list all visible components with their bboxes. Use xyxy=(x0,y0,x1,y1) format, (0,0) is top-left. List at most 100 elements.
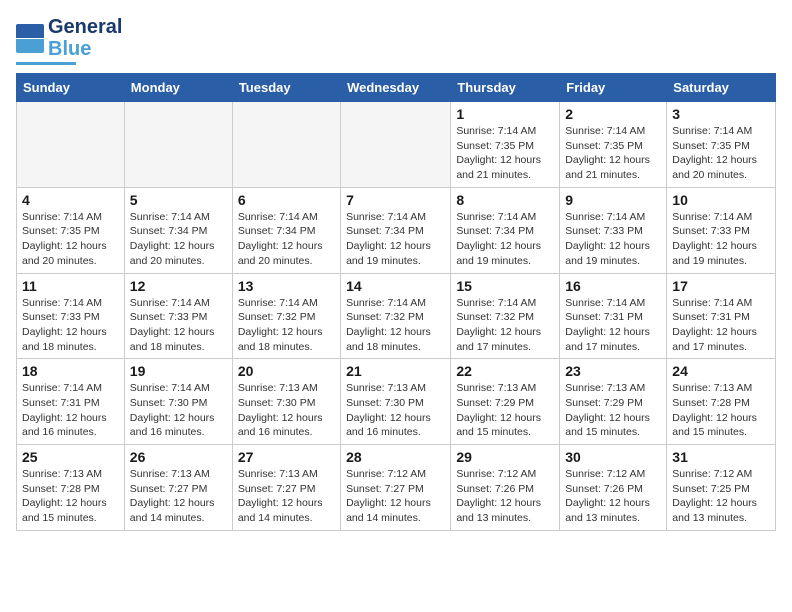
day-number: 14 xyxy=(346,278,445,294)
day-info: Sunrise: 7:14 AM Sunset: 7:32 PM Dayligh… xyxy=(346,296,445,355)
calendar-cell: 31 Sunrise: 7:12 AM Sunset: 7:25 PM Dayli… xyxy=(667,445,776,531)
calendar-cell: 17 Sunrise: 7:14 AM Sunset: 7:31 PM Dayli… xyxy=(667,273,776,359)
day-info: Sunrise: 7:12 AM Sunset: 7:26 PM Dayligh… xyxy=(456,467,554,526)
day-info: Sunrise: 7:14 AM Sunset: 7:33 PM Dayligh… xyxy=(130,296,227,355)
day-info: Sunrise: 7:13 AM Sunset: 7:29 PM Dayligh… xyxy=(456,381,554,440)
calendar-cell: 8Sunrise: 7:14 AM Sunset: 7:34 PM Daylig… xyxy=(451,187,560,273)
day-number: 9 xyxy=(565,192,661,208)
day-info: Sunrise: 7:14 AM Sunset: 7:34 PM Dayligh… xyxy=(456,210,554,269)
day-number: 27 xyxy=(238,449,335,465)
logo: General Blue xyxy=(16,16,122,65)
calendar-week-1: 1 Sunrise: 7:14 AM Sunset: 7:35 PM Daylig… xyxy=(17,102,776,188)
day-info: Sunrise: 7:14 AM Sunset: 7:30 PM Dayligh… xyxy=(130,381,227,440)
day-number: 3 xyxy=(672,106,770,122)
day-number: 15 xyxy=(456,278,554,294)
calendar-header-friday: Friday xyxy=(560,74,667,102)
day-info: Sunrise: 7:14 AM Sunset: 7:31 PM Dayligh… xyxy=(565,296,661,355)
calendar-cell: 14 Sunrise: 7:14 AM Sunset: 7:32 PM Dayli… xyxy=(341,273,451,359)
day-info: Sunrise: 7:14 AM Sunset: 7:35 PM Dayligh… xyxy=(672,124,770,183)
day-number: 25 xyxy=(22,449,119,465)
logo-blue: Blue xyxy=(48,38,122,60)
day-info: Sunrise: 7:13 AM Sunset: 7:27 PM Dayligh… xyxy=(238,467,335,526)
logo-general: General xyxy=(48,16,122,38)
day-info: Sunrise: 7:14 AM Sunset: 7:35 PM Dayligh… xyxy=(456,124,554,183)
calendar-cell: 22 Sunrise: 7:13 AM Sunset: 7:29 PM Dayli… xyxy=(451,359,560,445)
day-number: 28 xyxy=(346,449,445,465)
day-info: Sunrise: 7:14 AM Sunset: 7:33 PM Dayligh… xyxy=(565,210,661,269)
calendar-cell: 25 Sunrise: 7:13 AM Sunset: 7:28 PM Dayli… xyxy=(17,445,125,531)
day-number: 29 xyxy=(456,449,554,465)
calendar-cell: 4Sunrise: 7:14 AM Sunset: 7:35 PM Daylig… xyxy=(17,187,125,273)
calendar-cell: 5 Sunrise: 7:14 AM Sunset: 7:34 PM Daylig… xyxy=(124,187,232,273)
calendar-cell: 3 Sunrise: 7:14 AM Sunset: 7:35 PM Daylig… xyxy=(667,102,776,188)
calendar-header-monday: Monday xyxy=(124,74,232,102)
day-number: 24 xyxy=(672,363,770,379)
calendar-header-thursday: Thursday xyxy=(451,74,560,102)
calendar-cell: 29 Sunrise: 7:12 AM Sunset: 7:26 PM Dayli… xyxy=(451,445,560,531)
calendar-cell: 28 Sunrise: 7:12 AM Sunset: 7:27 PM Dayli… xyxy=(341,445,451,531)
calendar-header-tuesday: Tuesday xyxy=(232,74,340,102)
calendar-cell xyxy=(232,102,340,188)
day-info: Sunrise: 7:14 AM Sunset: 7:34 PM Dayligh… xyxy=(346,210,445,269)
calendar-header-row: SundayMondayTuesdayWednesdayThursdayFrid… xyxy=(17,74,776,102)
day-info: Sunrise: 7:12 AM Sunset: 7:27 PM Dayligh… xyxy=(346,467,445,526)
day-info: Sunrise: 7:13 AM Sunset: 7:27 PM Dayligh… xyxy=(130,467,227,526)
calendar-cell: 24 Sunrise: 7:13 AM Sunset: 7:28 PM Dayli… xyxy=(667,359,776,445)
calendar-cell: 20 Sunrise: 7:13 AM Sunset: 7:30 PM Dayli… xyxy=(232,359,340,445)
day-info: Sunrise: 7:14 AM Sunset: 7:31 PM Dayligh… xyxy=(672,296,770,355)
day-number: 21 xyxy=(346,363,445,379)
day-info: Sunrise: 7:13 AM Sunset: 7:28 PM Dayligh… xyxy=(672,381,770,440)
day-number: 11 xyxy=(22,278,119,294)
calendar-cell: 9 Sunrise: 7:14 AM Sunset: 7:33 PM Daylig… xyxy=(560,187,667,273)
day-number: 17 xyxy=(672,278,770,294)
calendar-week-4: 18Sunrise: 7:14 AM Sunset: 7:31 PM Dayli… xyxy=(17,359,776,445)
day-number: 23 xyxy=(565,363,661,379)
calendar-cell: 26Sunrise: 7:13 AM Sunset: 7:27 PM Dayli… xyxy=(124,445,232,531)
day-info: Sunrise: 7:13 AM Sunset: 7:28 PM Dayligh… xyxy=(22,467,119,526)
day-number: 20 xyxy=(238,363,335,379)
day-info: Sunrise: 7:14 AM Sunset: 7:34 PM Dayligh… xyxy=(130,210,227,269)
calendar-cell: 11 Sunrise: 7:14 AM Sunset: 7:33 PM Dayli… xyxy=(17,273,125,359)
calendar: SundayMondayTuesdayWednesdayThursdayFrid… xyxy=(16,73,776,531)
day-number: 5 xyxy=(130,192,227,208)
calendar-cell: 1 Sunrise: 7:14 AM Sunset: 7:35 PM Daylig… xyxy=(451,102,560,188)
calendar-week-3: 11 Sunrise: 7:14 AM Sunset: 7:33 PM Dayli… xyxy=(17,273,776,359)
day-number: 7 xyxy=(346,192,445,208)
calendar-header-sunday: Sunday xyxy=(17,74,125,102)
day-info: Sunrise: 7:14 AM Sunset: 7:33 PM Dayligh… xyxy=(672,210,770,269)
day-info: Sunrise: 7:12 AM Sunset: 7:25 PM Dayligh… xyxy=(672,467,770,526)
header: General Blue xyxy=(16,16,776,65)
day-number: 10 xyxy=(672,192,770,208)
calendar-cell xyxy=(124,102,232,188)
calendar-cell: 23 Sunrise: 7:13 AM Sunset: 7:29 PM Dayli… xyxy=(560,359,667,445)
day-number: 16 xyxy=(565,278,661,294)
calendar-cell xyxy=(17,102,125,188)
calendar-cell: 19 Sunrise: 7:14 AM Sunset: 7:30 PM Dayli… xyxy=(124,359,232,445)
day-number: 18 xyxy=(22,363,119,379)
calendar-cell: 2 Sunrise: 7:14 AM Sunset: 7:35 PM Daylig… xyxy=(560,102,667,188)
calendar-week-5: 25 Sunrise: 7:13 AM Sunset: 7:28 PM Dayli… xyxy=(17,445,776,531)
day-number: 2 xyxy=(565,106,661,122)
calendar-cell: 18Sunrise: 7:14 AM Sunset: 7:31 PM Dayli… xyxy=(17,359,125,445)
day-info: Sunrise: 7:14 AM Sunset: 7:33 PM Dayligh… xyxy=(22,296,119,355)
day-number: 13 xyxy=(238,278,335,294)
day-number: 4 xyxy=(22,192,119,208)
day-info: Sunrise: 7:13 AM Sunset: 7:30 PM Dayligh… xyxy=(238,381,335,440)
calendar-cell: 10 Sunrise: 7:14 AM Sunset: 7:33 PM Dayli… xyxy=(667,187,776,273)
calendar-cell: 21Sunrise: 7:13 AM Sunset: 7:30 PM Dayli… xyxy=(341,359,451,445)
calendar-cell: 13Sunrise: 7:14 AM Sunset: 7:32 PM Dayli… xyxy=(232,273,340,359)
day-info: Sunrise: 7:13 AM Sunset: 7:29 PM Dayligh… xyxy=(565,381,661,440)
day-number: 1 xyxy=(456,106,554,122)
calendar-cell: 15Sunrise: 7:14 AM Sunset: 7:32 PM Dayli… xyxy=(451,273,560,359)
calendar-cell: 6Sunrise: 7:14 AM Sunset: 7:34 PM Daylig… xyxy=(232,187,340,273)
calendar-header-wednesday: Wednesday xyxy=(341,74,451,102)
day-number: 22 xyxy=(456,363,554,379)
calendar-cell: 12Sunrise: 7:14 AM Sunset: 7:33 PM Dayli… xyxy=(124,273,232,359)
calendar-week-2: 4Sunrise: 7:14 AM Sunset: 7:35 PM Daylig… xyxy=(17,187,776,273)
calendar-cell: 30Sunrise: 7:12 AM Sunset: 7:26 PM Dayli… xyxy=(560,445,667,531)
day-number: 31 xyxy=(672,449,770,465)
day-info: Sunrise: 7:12 AM Sunset: 7:26 PM Dayligh… xyxy=(565,467,661,526)
day-number: 19 xyxy=(130,363,227,379)
calendar-cell: 16 Sunrise: 7:14 AM Sunset: 7:31 PM Dayli… xyxy=(560,273,667,359)
day-info: Sunrise: 7:14 AM Sunset: 7:35 PM Dayligh… xyxy=(565,124,661,183)
